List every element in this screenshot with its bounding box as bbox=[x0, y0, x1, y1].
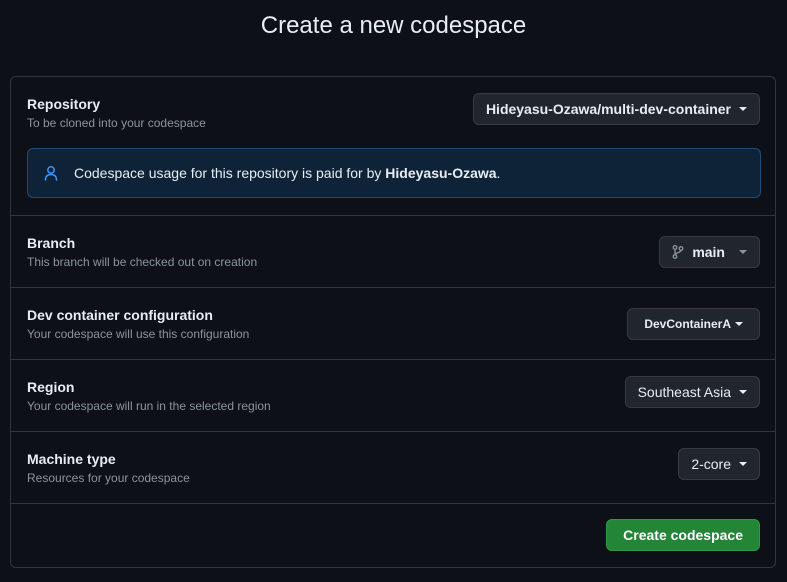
machine-type-select-value: 2-core bbox=[691, 456, 731, 472]
dev-container-label: Dev container configuration bbox=[27, 307, 213, 323]
billing-notice-suffix: . bbox=[496, 165, 501, 181]
billing-notice: Codespace usage for this repository is p… bbox=[27, 148, 761, 198]
billing-notice-owner: Hideyasu-Ozawa bbox=[385, 165, 497, 181]
dev-container-description: Your codespace will use this configurati… bbox=[27, 327, 250, 341]
dev-container-section: Dev container configuration Your codespa… bbox=[11, 288, 775, 360]
region-description: Your codespace will run in the selected … bbox=[27, 399, 271, 413]
create-codespace-button[interactable]: Create codespace bbox=[606, 519, 760, 551]
region-select-value: Southeast Asia bbox=[637, 384, 731, 400]
caret-down-icon bbox=[735, 322, 743, 326]
region-label: Region bbox=[27, 379, 75, 395]
machine-type-description: Resources for your codespace bbox=[27, 471, 190, 485]
codespace-form: Repository To be cloned into your codesp… bbox=[10, 76, 776, 568]
git-branch-icon bbox=[672, 245, 684, 259]
caret-down-icon bbox=[739, 462, 747, 466]
branch-select-value: main bbox=[692, 244, 725, 260]
branch-select[interactable]: main bbox=[659, 236, 760, 268]
caret-down-icon bbox=[739, 390, 747, 394]
repository-description: To be cloned into your codespace bbox=[27, 116, 206, 130]
billing-notice-text: Codespace usage for this repository is p… bbox=[74, 165, 500, 181]
caret-down-icon bbox=[739, 250, 747, 254]
caret-down-icon bbox=[739, 107, 747, 111]
repository-section: Repository To be cloned into your codesp… bbox=[11, 77, 775, 216]
dev-container-select[interactable]: DevContainerA bbox=[627, 308, 760, 340]
machine-type-section: Machine type Resources for your codespac… bbox=[11, 432, 775, 504]
page-title: Create a new codespace bbox=[260, 12, 527, 39]
branch-description: This branch will be checked out on creat… bbox=[27, 255, 258, 269]
machine-type-label: Machine type bbox=[27, 451, 116, 467]
repository-select[interactable]: Hideyasu-Ozawa/multi-dev-container bbox=[472, 93, 760, 125]
repository-label: Repository bbox=[27, 96, 101, 112]
branch-label: Branch bbox=[27, 235, 76, 251]
branch-section: Branch This branch will be checked out o… bbox=[11, 216, 775, 288]
person-icon bbox=[44, 165, 58, 181]
billing-notice-prefix: Codespace usage for this repository is p… bbox=[74, 165, 386, 181]
repository-select-value: Hideyasu-Ozawa/multi-dev-container bbox=[485, 101, 731, 117]
dev-container-select-value: DevContainerA bbox=[644, 317, 731, 331]
machine-type-select[interactable]: 2-core bbox=[678, 448, 760, 480]
region-section: Region Your codespace will run in the se… bbox=[11, 360, 775, 432]
region-select[interactable]: Southeast Asia bbox=[624, 376, 760, 408]
